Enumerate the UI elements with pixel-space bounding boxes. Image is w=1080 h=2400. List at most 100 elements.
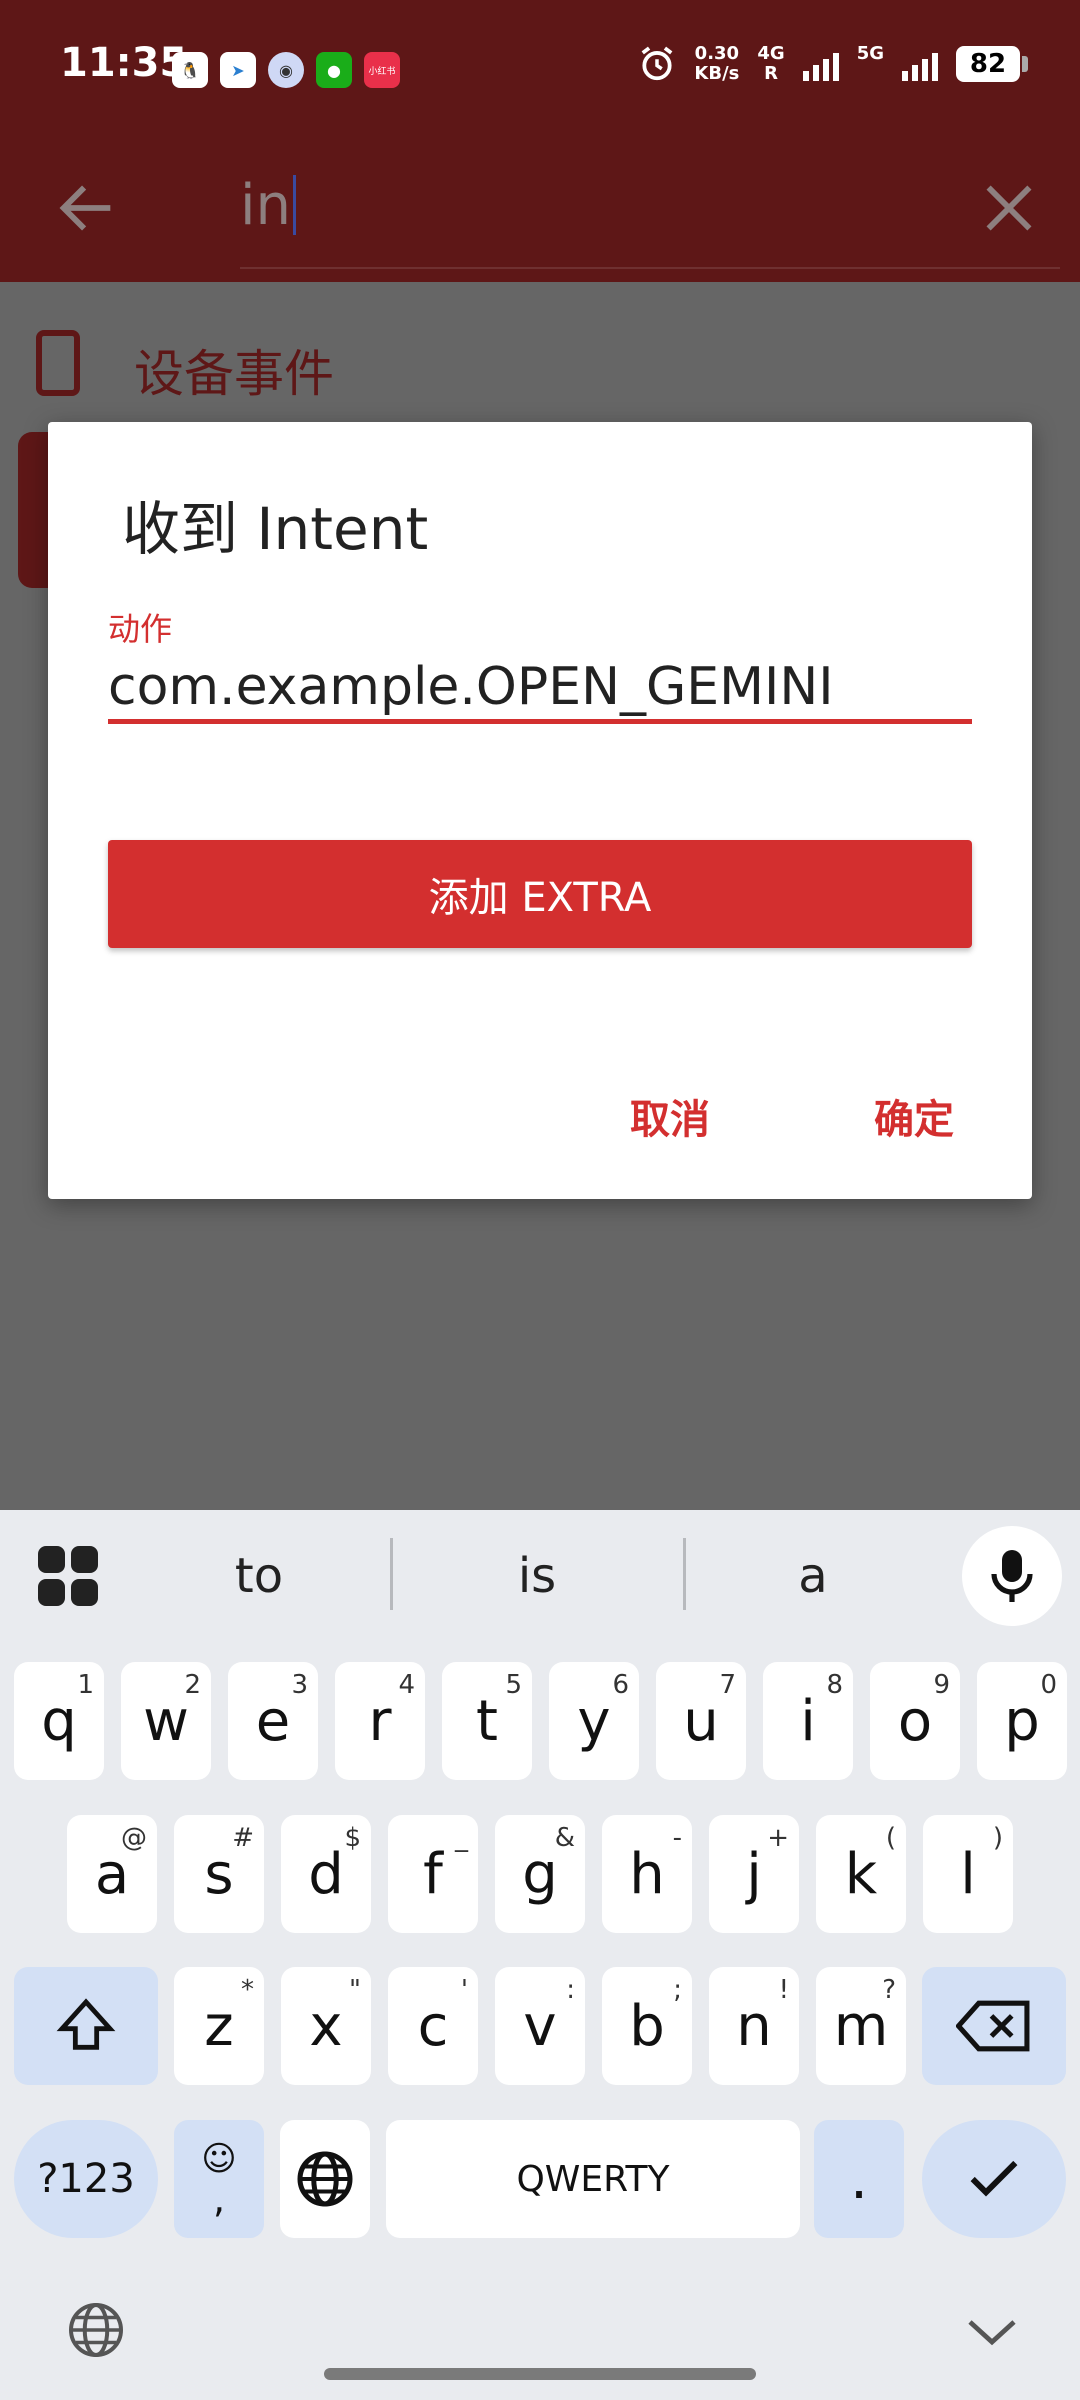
- key-d[interactable]: d $: [281, 1815, 371, 1933]
- home-indicator[interactable]: [324, 2368, 756, 2380]
- backspace-icon: [956, 2000, 1030, 2052]
- switch-keyboard-globe-icon[interactable]: [66, 2300, 126, 2360]
- emoji-icon: ☺: [201, 2139, 237, 2179]
- key-label: r: [368, 1688, 392, 1754]
- search-app-bar: in: [0, 135, 1080, 282]
- ok-button[interactable]: 确定: [868, 1086, 960, 1146]
- key-g[interactable]: g &: [495, 1815, 585, 1933]
- key-y[interactable]: y6: [549, 1662, 639, 1780]
- cancel-button[interactable]: 取消: [624, 1086, 716, 1146]
- suggestion-2[interactable]: is: [392, 1538, 682, 1614]
- key-secondary-label: ;: [673, 1975, 682, 2005]
- key-m[interactable]: m?: [816, 1967, 906, 2085]
- key-secondary-label: @: [121, 1823, 147, 1853]
- key-u[interactable]: u7: [656, 1662, 746, 1780]
- apps-grid-icon[interactable]: [38, 1546, 98, 1606]
- key-l[interactable]: l): [923, 1815, 1013, 1933]
- key-secondary-label: ?: [882, 1975, 896, 2005]
- backspace-key[interactable]: [922, 1967, 1066, 2085]
- signal-5g-icon: [902, 47, 938, 81]
- key-secondary-label: 3: [291, 1670, 308, 1700]
- key-s[interactable]: s #: [174, 1815, 264, 1933]
- network-5g: 5G: [857, 44, 884, 84]
- key-label: o: [897, 1688, 933, 1754]
- key-label: t: [476, 1688, 498, 1754]
- key-secondary-label: 9: [933, 1670, 950, 1700]
- symbols-key[interactable]: ?123: [14, 2120, 158, 2238]
- key-secondary-label: !: [778, 1975, 789, 2005]
- suggestion-strip: to is a: [0, 1510, 1080, 1638]
- status-bar: 11:35 🐧 ➤ ◉ ● 小红书 0.30 KB/s 4G R 5G 82: [0, 0, 1080, 135]
- text-caret: [293, 175, 297, 235]
- key-secondary-label: ): [992, 1823, 1003, 1853]
- key-label: p: [1004, 1688, 1040, 1754]
- key-secondary-label: *: [241, 1975, 254, 2005]
- key-secondary-label: 8: [826, 1670, 843, 1700]
- key-r[interactable]: r4: [335, 1662, 425, 1780]
- hide-keyboard-chevron-icon[interactable]: [964, 2312, 1020, 2352]
- signal-4g-icon: [802, 47, 839, 81]
- key-t[interactable]: t5: [442, 1662, 532, 1780]
- key-q[interactable]: q1: [14, 1662, 104, 1780]
- key-secondary-label: ': [460, 1975, 468, 2005]
- key-secondary-label: 6: [612, 1670, 629, 1700]
- key-h[interactable]: h-: [602, 1815, 692, 1933]
- search-input[interactable]: in: [240, 165, 1040, 245]
- key-p[interactable]: p0: [977, 1662, 1067, 1780]
- key-b[interactable]: b;: [602, 1967, 692, 2085]
- key-secondary-label: (: [885, 1823, 896, 1853]
- key-secondary-label: 2: [184, 1670, 201, 1700]
- alarm-icon: [642, 46, 673, 81]
- phone-icon: [36, 330, 80, 396]
- key-k[interactable]: k(: [816, 1815, 906, 1933]
- battery-icon: 82: [956, 46, 1028, 82]
- key-secondary-label: #: [232, 1823, 254, 1853]
- mic-icon: [991, 1550, 1033, 1602]
- key-i[interactable]: i8: [763, 1662, 853, 1780]
- key-label: v: [523, 1993, 557, 2059]
- mic-button[interactable]: [962, 1526, 1062, 1626]
- period-key[interactable]: .: [814, 2120, 904, 2238]
- shift-key[interactable]: [14, 1967, 158, 2085]
- net-speed-value: 0.30: [694, 43, 740, 64]
- key-c[interactable]: c ': [388, 1967, 478, 2085]
- key-label: d: [308, 1841, 344, 1907]
- messenger-icon: ◉: [268, 52, 304, 88]
- enter-key[interactable]: [922, 2120, 1066, 2238]
- key-z[interactable]: z *: [174, 1967, 264, 2085]
- action-input[interactable]: [108, 654, 972, 724]
- battery-level: 82: [969, 49, 1007, 79]
- dialog-title: 收到 Intent: [122, 495, 429, 563]
- suggestion-3[interactable]: a: [668, 1538, 958, 1614]
- back-arrow-icon[interactable]: [52, 173, 122, 243]
- language-key[interactable]: [280, 2120, 370, 2238]
- key-n[interactable]: n!: [709, 1967, 799, 2085]
- suggestion-1[interactable]: to: [114, 1538, 404, 1614]
- xiaohongshu-icon: 小红书: [364, 52, 400, 88]
- key-a[interactable]: a @: [67, 1815, 157, 1933]
- key-label: k: [844, 1841, 878, 1907]
- key-f[interactable]: f _: [388, 1815, 478, 1933]
- clear-search-icon[interactable]: [974, 173, 1044, 243]
- key-secondary-label: 4: [398, 1670, 415, 1700]
- key-secondary-label: 5: [505, 1670, 522, 1700]
- key-w[interactable]: w2: [121, 1662, 211, 1780]
- key-x[interactable]: x ": [281, 1967, 371, 2085]
- comma-label: ,: [212, 2177, 226, 2221]
- space-key[interactable]: QWERTY: [386, 2120, 800, 2238]
- key-secondary-label: 0: [1040, 1670, 1057, 1700]
- key-j[interactable]: j +: [709, 1815, 799, 1933]
- shift-icon: [56, 1998, 116, 2050]
- key-e[interactable]: e3: [228, 1662, 318, 1780]
- key-label: y: [577, 1688, 611, 1754]
- action-field-label: 动作: [108, 610, 173, 648]
- checkmark-icon: [970, 2160, 1018, 2197]
- key-v[interactable]: v:: [495, 1967, 585, 2085]
- emoji-key[interactable]: ☺ ,: [174, 2120, 264, 2238]
- key-label: l: [960, 1841, 976, 1907]
- qq-icon: 🐧: [172, 52, 208, 88]
- key-secondary-label: 1: [77, 1670, 94, 1700]
- key-label: x: [309, 1993, 343, 2059]
- add-extra-button[interactable]: 添加 EXTRA: [108, 840, 972, 948]
- key-o[interactable]: o9: [870, 1662, 960, 1780]
